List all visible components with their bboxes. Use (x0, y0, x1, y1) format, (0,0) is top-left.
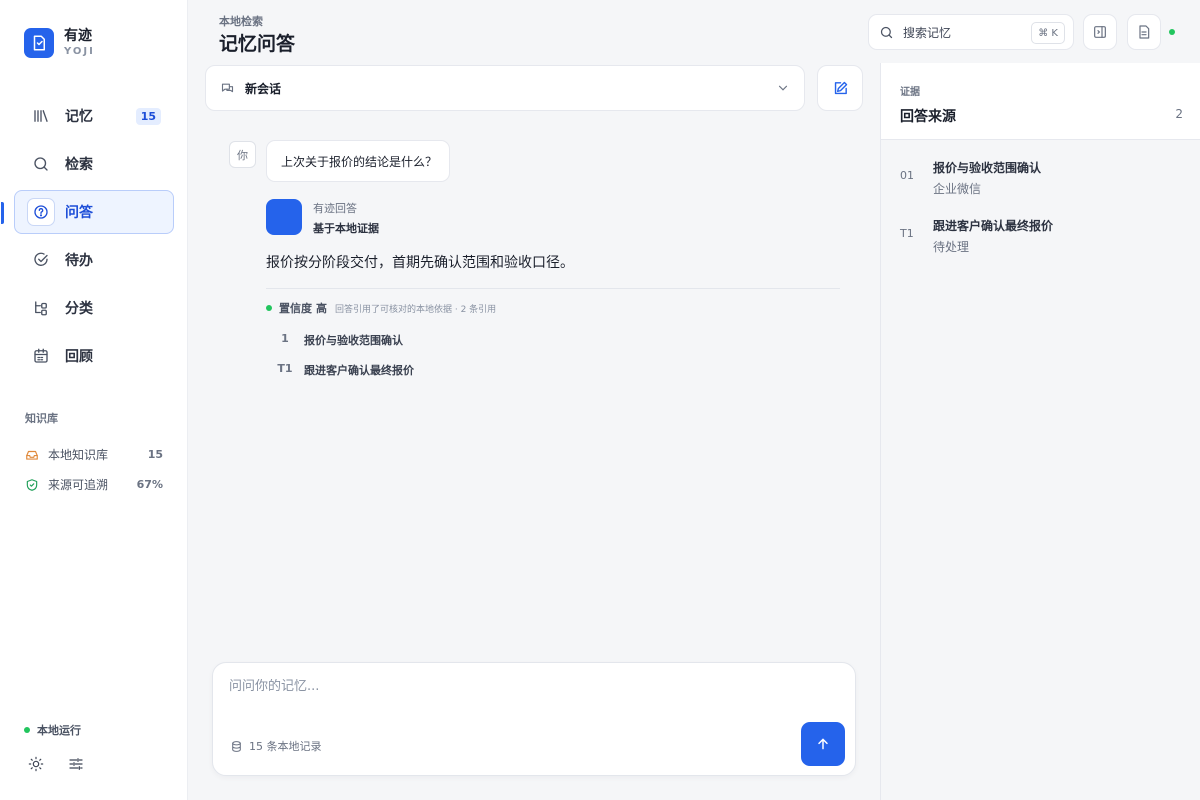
user-avatar: 你 (229, 141, 256, 168)
knowledge-base-traceable[interactable]: 来源可追溯 67% (25, 476, 163, 493)
sidebar-nav: 记忆 15 检索 问答 待办 分类 回顾 (1, 94, 174, 382)
evidence-panel: 证据 回答来源 2 01 报价与验收范围确认 企业微信 T1 跟进客户确认最终报… (880, 63, 1200, 800)
answer-text: 报价按分阶段交付，首期先确认范围和验收口径。 (266, 255, 574, 271)
sidebar-item-label: 记忆 (65, 109, 93, 125)
citation-title: 跟进客户确认最终报价 (304, 364, 414, 377)
bot-name: 有迹回答 (313, 202, 357, 215)
citation-id: T1 (277, 362, 293, 375)
tree-icon (31, 298, 51, 318)
divider (266, 288, 840, 289)
citation-item[interactable]: 1 报价与验收范围确认 (266, 332, 403, 348)
status-dot (24, 727, 30, 733)
check-circle-icon (31, 250, 51, 270)
knowledge-base-label: 来源可追溯 (48, 478, 109, 492)
confidence-label: 置信度 (279, 302, 312, 315)
panel-right-icon (1092, 24, 1108, 40)
active-indicator (1, 202, 4, 224)
knowledge-base-value: 67% (136, 478, 163, 491)
confidence-dot (266, 305, 272, 311)
citation-item[interactable]: T1 跟进客户确认最终报价 (266, 362, 414, 378)
sidebar-item-label: 待办 (65, 253, 93, 269)
sidebar: 有迹 YOJI 记忆 15 检索 问答 待办 分类 回顾 知识库 本地知识库 1… (0, 0, 188, 800)
evidence-item-source: 待处理 (933, 240, 970, 254)
local-status-label: 本地运行 (37, 724, 81, 737)
shield-check-icon (25, 478, 39, 492)
arrow-up-icon (815, 736, 831, 752)
citation-title: 报价与验收范围确认 (304, 334, 403, 347)
evidence-eyebrow: 证据 (900, 87, 920, 98)
brand-name: 有迹 (64, 28, 92, 44)
confidence-level: 高 (316, 302, 327, 315)
database-icon (230, 740, 243, 753)
search-input[interactable]: 搜索记忆 ⌘ K (868, 14, 1074, 50)
page-title: 记忆问答 (219, 33, 296, 55)
knowledge-base-title: 知识库 (25, 412, 58, 425)
bot-avatar (266, 199, 302, 235)
search-icon (879, 25, 894, 40)
question-input[interactable] (229, 679, 789, 694)
sidebar-item-qa[interactable]: 问答 (1, 190, 174, 234)
sidebar-item-label: 分类 (65, 301, 93, 317)
evidence-item[interactable]: 01 报价与验收范围确认 企业微信 (900, 159, 1190, 199)
evidence-id: 01 (900, 169, 914, 182)
evidence-title: 回答来源 (900, 109, 956, 125)
document-button[interactable] (1127, 14, 1161, 50)
evidence-id: T1 (900, 227, 914, 240)
document-icon (1136, 24, 1152, 40)
evidence-item-title: 报价与验收范围确认 (933, 161, 1042, 175)
online-status-dot (1169, 29, 1175, 35)
citation-id: 1 (281, 332, 289, 345)
sidebar-item-label: 检索 (65, 157, 93, 173)
sliders-icon[interactable] (68, 756, 84, 772)
conversation-select[interactable]: 新会话 (205, 65, 805, 111)
evidence-item[interactable]: T1 跟进客户确认最终报价 待处理 (900, 217, 1190, 257)
composer: 15 条本地记录 (212, 662, 856, 776)
send-button[interactable] (801, 722, 845, 766)
sidebar-item-label: 问答 (65, 205, 93, 221)
library-icon (31, 106, 51, 126)
evidence-header: 证据 回答来源 2 (881, 63, 1200, 140)
knowledge-base-local[interactable]: 本地知识库 15 (25, 446, 163, 463)
bot-basis: 基于本地证据 (313, 222, 379, 235)
search-icon (31, 154, 51, 174)
sun-icon[interactable] (28, 756, 44, 772)
toggle-panel-button[interactable] (1083, 14, 1117, 50)
chat-bubbles-icon (220, 81, 235, 96)
sidebar-item-todo[interactable]: 待办 (14, 238, 174, 282)
search-shortcut: ⌘ K (1031, 22, 1065, 44)
new-conversation-button[interactable] (817, 65, 863, 111)
conversation-label: 新会话 (245, 81, 282, 96)
brand-sub: YOJI (64, 46, 95, 57)
sidebar-item-review[interactable]: 回顾 (14, 334, 174, 378)
record-count: 15 条本地记录 (230, 738, 322, 754)
edit-icon (832, 80, 849, 97)
calendar-icon (31, 346, 51, 366)
search-label: 搜索记忆 (903, 25, 952, 40)
knowledge-base-value: 15 (147, 448, 163, 461)
inbox-icon (25, 448, 39, 462)
sidebar-item-label: 回顾 (65, 349, 93, 365)
record-count-label: 15 条本地记录 (249, 740, 322, 753)
evidence-item-title: 跟进客户确认最终报价 (933, 219, 1054, 233)
sidebar-footer-actions (28, 756, 84, 772)
local-status: 本地运行 (24, 722, 81, 738)
logo-icon (24, 28, 54, 58)
help-circle-icon (27, 198, 55, 226)
breadcrumb: 本地检索 (219, 15, 263, 28)
memory-count-badge: 15 (135, 108, 161, 125)
chevron-down-icon (776, 81, 790, 95)
user-message: 上次关于报价的结论是什么？ (266, 140, 450, 182)
knowledge-base-label: 本地知识库 (48, 448, 109, 462)
evidence-item-source: 企业微信 (933, 182, 982, 196)
brand[interactable]: 有迹 YOJI (24, 28, 95, 58)
evidence-count: 2 (1175, 107, 1183, 121)
sidebar-item-category[interactable]: 分类 (14, 286, 174, 330)
sidebar-item-memory[interactable]: 记忆 15 (14, 94, 174, 138)
confidence-note: 回答引用了可核对的本地依据 · 2 条引用 (335, 304, 497, 315)
confidence-row: 置信度 高 回答引用了可核对的本地依据 · 2 条引用 (266, 300, 496, 316)
sidebar-item-search[interactable]: 检索 (14, 142, 174, 186)
